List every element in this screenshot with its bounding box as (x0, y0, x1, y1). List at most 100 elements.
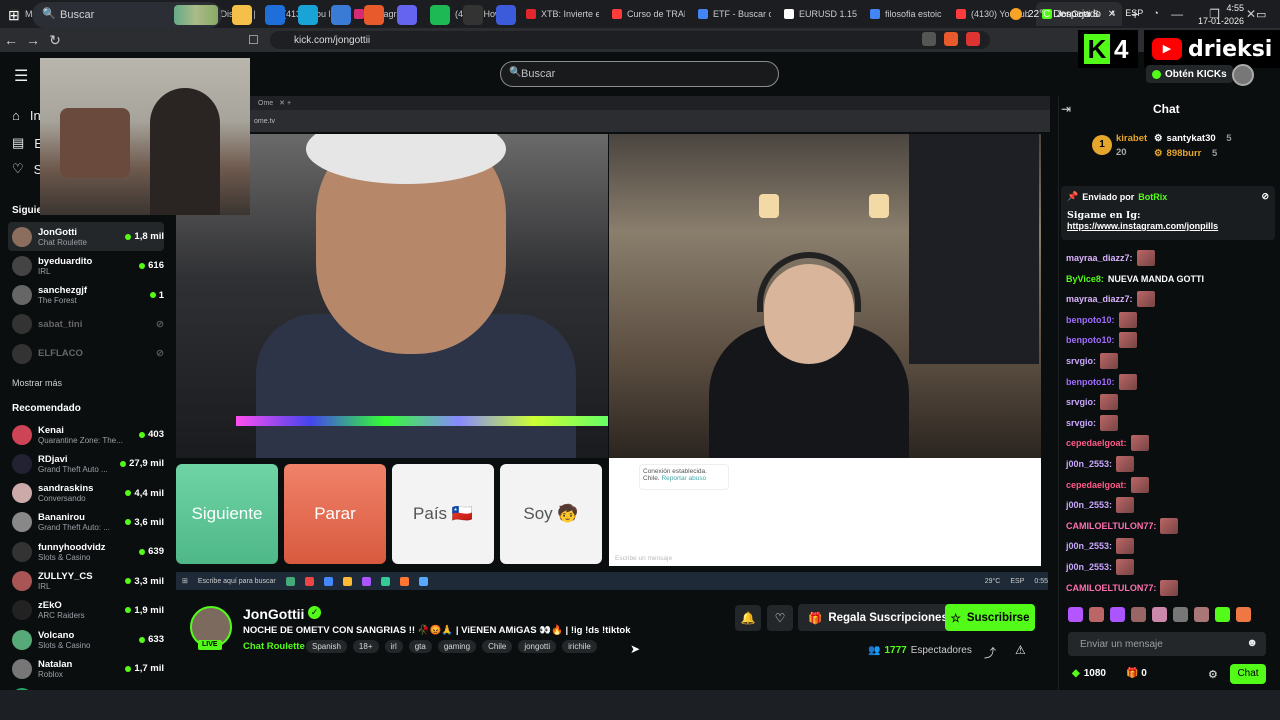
emote[interactable] (1215, 607, 1230, 622)
nav-home[interactable]: ⌂ In (12, 108, 41, 123)
sidebar-channel[interactable]: sanchezgjf The Forest 1 (8, 281, 164, 310)
chat-username[interactable]: j00n_2553: (1066, 541, 1112, 551)
close-window-icon[interactable]: ✕ (1246, 7, 1256, 21)
chat-username[interactable]: CAMILOELTULON77: (1066, 583, 1156, 593)
get-kicks-button[interactable]: Obtén KICKs (1146, 65, 1233, 83)
discord-icon[interactable] (397, 5, 417, 25)
gift-subs-button[interactable]: 🎁 Regala Suscripciones (798, 604, 958, 631)
search-input[interactable]: 🔍 Buscar (500, 61, 779, 87)
emote[interactable] (1110, 607, 1125, 622)
report-flag-icon[interactable]: ⚠ (1015, 643, 1026, 657)
sidebar-channel[interactable]: byeduardito IRL 616 (8, 251, 164, 280)
stream-tag[interactable]: irichile (562, 640, 597, 653)
stream-tag[interactable]: gaming (437, 640, 477, 653)
chat-username[interactable]: cepedaelgoat: (1066, 438, 1127, 448)
chat-username[interactable]: benpoto10: (1066, 335, 1115, 345)
chat-username[interactable]: srvgio: (1066, 418, 1096, 428)
sidebar-channel[interactable]: Volcano Slots & Casino 633 (8, 625, 164, 654)
collapse-chat-icon[interactable]: ⇥ (1061, 102, 1071, 116)
ome-stop-button[interactable]: Parar (284, 464, 386, 564)
chat-username[interactable]: mayraa_diazz7: (1066, 294, 1133, 304)
taskbar-weather[interactable]: 22°C Despejado (1010, 8, 1101, 20)
sidebar-channel[interactable]: ZULLYY_CS IRL 3,3 mil (8, 567, 164, 596)
streamer-name[interactable]: JonGottii (243, 606, 304, 622)
gear-icon[interactable]: ⚙ (1208, 668, 1218, 681)
taskbar-clock[interactable]: 4:55 17-01-2026 (1198, 2, 1244, 28)
chat-username[interactable]: benpoto10: (1066, 377, 1115, 387)
sidebar-channel[interactable]: RDjavi Grand Theft Auto ... 27,9 mil (8, 449, 164, 478)
edge-icon[interactable] (298, 5, 318, 25)
sidebar-channel[interactable]: zEkO ARC Raiders 1,9 mil (8, 596, 164, 625)
subscribe-button[interactable]: ☆ Suscribirse (945, 604, 1035, 631)
sidebar-channel[interactable]: Bananirou Grand Theft Auto: ... 3,6 mil (8, 508, 164, 537)
emote[interactable] (1131, 607, 1146, 622)
mail-icon[interactable] (265, 5, 285, 25)
follow-heart-button[interactable]: ♡ (767, 605, 793, 631)
browser-tab[interactable]: XTB: Invierte en (520, 2, 605, 26)
chat-username[interactable]: j00n_2553: (1066, 459, 1112, 469)
share-icon[interactable] (922, 32, 936, 46)
stream-tag[interactable]: gta (408, 640, 432, 653)
stream-tag[interactable]: Spanish (306, 640, 347, 653)
reload-icon[interactable]: ↻ (44, 32, 66, 49)
emote[interactable] (1152, 607, 1167, 622)
browser-tab[interactable]: ETF - Buscar co (692, 2, 777, 26)
stream-category[interactable]: Chat Roulette (243, 641, 305, 652)
sidebar-channel[interactable]: ELFLACO ⊘ (8, 339, 164, 368)
chat-username[interactable]: ByVice8: (1066, 274, 1104, 284)
chat-username[interactable]: benpoto10: (1066, 315, 1115, 325)
sidebar-channel[interactable]: Natalan Roblox 1,7 mil (8, 654, 164, 683)
hamburger-menu-icon[interactable]: ☰ (14, 66, 28, 86)
browser-tab[interactable]: filosofia estoic (864, 2, 949, 26)
bookmark-icon[interactable]: ☐ (248, 33, 259, 47)
chat-username[interactable]: j00n_2553: (1066, 500, 1112, 510)
emote[interactable] (1068, 607, 1083, 622)
chat-input[interactable]: Enviar un mensaje ☻ (1068, 632, 1266, 656)
stream-tag[interactable]: jongotti (518, 640, 557, 653)
brave-shield-icon[interactable] (944, 32, 958, 46)
unpin-icon[interactable]: ⊘ (1261, 191, 1269, 202)
file-explorer-icon[interactable] (232, 5, 252, 25)
obs-icon[interactable] (463, 5, 483, 25)
emote[interactable] (1173, 607, 1188, 622)
gift-count[interactable]: 🎁 0 (1126, 668, 1147, 679)
channel-points[interactable]: ◆ 1080 (1072, 668, 1106, 679)
spotify-icon[interactable] (430, 5, 450, 25)
notification-icon[interactable]: ▭ (1256, 8, 1266, 21)
stream-tag[interactable]: 18+ (352, 640, 379, 653)
emote[interactable] (1089, 607, 1104, 622)
sidebar-channel[interactable]: sandraskins Conversando 4,4 mil (8, 479, 164, 508)
sidebar-channel[interactable]: funnyhoodvidz Slots & Casino 639 (8, 537, 164, 566)
language-indicator[interactable]: ESP (1125, 8, 1143, 18)
sidebar-channel[interactable]: JonGotti Chat Roulette 1,8 mil (8, 222, 164, 251)
ome-next-button[interactable]: Siguiente (176, 464, 278, 564)
brave-icon[interactable] (364, 5, 384, 25)
app-icon[interactable] (496, 5, 516, 25)
browser-tab[interactable]: EURUSD 1.159 (778, 2, 863, 26)
chat-username[interactable]: CAMILOELTULON77: (1066, 521, 1156, 531)
chat-username[interactable]: j00n_2553: (1066, 562, 1112, 572)
notification-bell-button[interactable]: 🔔 (735, 605, 761, 631)
report-abuse-link[interactable]: Reportar abuso (661, 475, 706, 482)
stream-tag[interactable]: irl (384, 640, 403, 653)
emote[interactable] (1194, 607, 1209, 622)
windows-start-icon[interactable]: ⊞ (8, 7, 20, 24)
back-icon[interactable]: ← (0, 32, 22, 48)
chat-username[interactable]: srvgio: (1066, 356, 1096, 366)
url-field[interactable]: kick.com/jongottii (270, 31, 990, 49)
ome-gender-button[interactable]: Soy 🧒 (500, 464, 602, 564)
ome-country-button[interactable]: País 🇨🇱 (392, 464, 494, 564)
sidebar-channel[interactable]: Kenai Quarantine Zone: The... 403 (8, 420, 164, 449)
chat-username[interactable]: srvgio: (1066, 397, 1096, 407)
stream-tag[interactable]: Chile (482, 640, 513, 653)
chat-username[interactable]: cepedaelgoat: (1066, 480, 1127, 490)
show-more-link[interactable]: Mostrar más (12, 378, 62, 388)
sidebar-channel[interactable]: sabat_tini ⊘ (8, 310, 164, 339)
brave-rewards-icon[interactable] (966, 32, 980, 46)
emoji-icon[interactable]: ☻ (1246, 637, 1258, 649)
user-avatar[interactable] (1232, 64, 1254, 86)
nav-browse[interactable]: ▤ E (12, 135, 43, 151)
ome-message-input[interactable]: Escribe un mensaje (615, 555, 672, 562)
wifi-icon[interactable]: ◔ (1153, 8, 1158, 18)
nav-following[interactable]: ♡ S (12, 161, 42, 177)
